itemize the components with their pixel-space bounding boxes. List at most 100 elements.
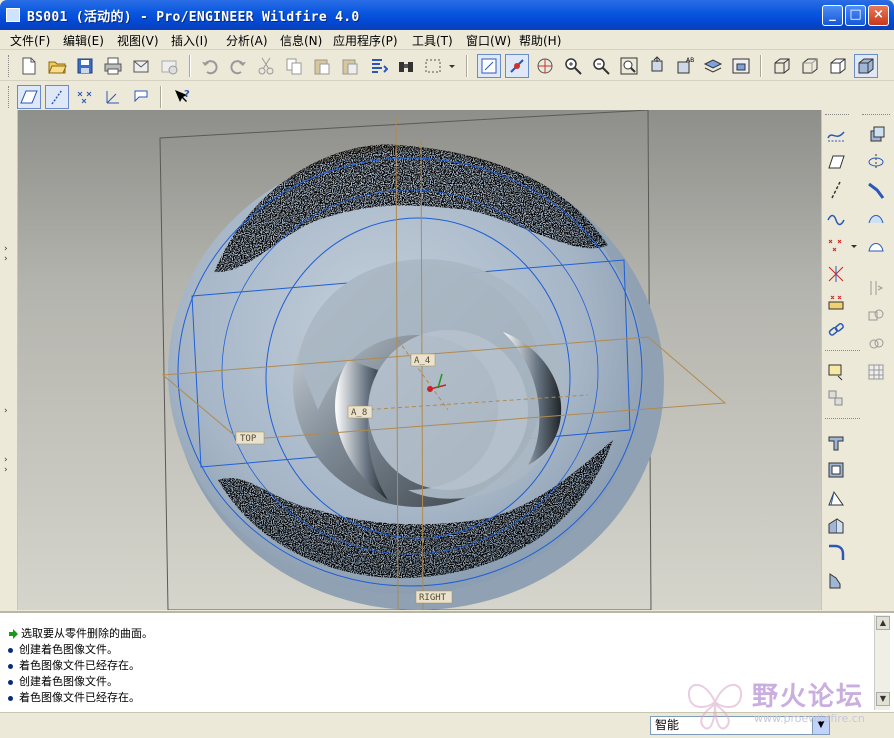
toolbar-grip[interactable] — [862, 114, 890, 115]
annotation-display-icon[interactable] — [129, 85, 153, 109]
label-a4-tag[interactable]: A_4 — [410, 353, 436, 367]
plane-display-icon[interactable] — [17, 85, 41, 109]
refit-icon[interactable] — [617, 54, 641, 78]
hole-tool-icon[interactable] — [864, 122, 888, 146]
rib-tool-icon[interactable] — [824, 514, 848, 538]
menu-edit[interactable]: 编辑(E) — [63, 32, 104, 49]
menu-applications[interactable]: 应用程序(P) — [333, 32, 398, 49]
print-icon[interactable] — [101, 54, 125, 78]
chevron-down-icon[interactable] — [848, 234, 860, 258]
shell-tool-icon[interactable] — [824, 458, 848, 482]
zoom-out-icon[interactable] — [589, 54, 613, 78]
round-tool-icon[interactable] — [824, 540, 848, 564]
datum-toolbar: ? — [0, 82, 894, 110]
open-folder-icon[interactable] — [45, 54, 69, 78]
copy-feature-icon[interactable] — [824, 360, 848, 384]
paste-special-icon[interactable] — [338, 54, 362, 78]
menu-help[interactable]: 帮助(H) — [519, 32, 561, 49]
no-hidden-icon[interactable] — [826, 54, 850, 78]
find-binoculars-icon[interactable] — [394, 54, 418, 78]
csys-display-icon[interactable] — [101, 85, 125, 109]
saved-views-icon[interactable]: AB — [673, 54, 697, 78]
window-title: BS001 (活动的) - Pro/ENGINEER Wildfire 4.0 — [27, 10, 360, 25]
expand-arrow-icon[interactable]: › — [4, 455, 8, 465]
model-view: A_4 A_8 TOP RIGHT — [159, 110, 727, 610]
style-tool-icon[interactable] — [864, 234, 888, 258]
point-display-icon[interactable] — [73, 85, 97, 109]
copy-icon[interactable] — [282, 54, 306, 78]
shading-icon[interactable] — [854, 54, 878, 78]
layers-icon[interactable] — [701, 54, 725, 78]
mirror-feature-icon[interactable] — [824, 386, 848, 410]
extrude-tool-icon[interactable] — [824, 430, 848, 454]
datum-axis-tool-icon[interactable] — [824, 178, 848, 202]
intersect-tool-icon[interactable] — [864, 304, 888, 328]
expand-arrow-icon[interactable]: › — [4, 406, 8, 416]
datum-curve-tool-icon[interactable] — [824, 206, 848, 230]
zoom-in-icon[interactable] — [561, 54, 585, 78]
label-a8-tag[interactable]: A_8 — [347, 405, 373, 419]
sweep-tool-icon[interactable] — [864, 178, 888, 202]
send-link-icon[interactable] — [157, 54, 181, 78]
new-file-icon[interactable] — [17, 54, 41, 78]
chevron-down-icon[interactable] — [445, 54, 459, 78]
datum-point-tool-icon[interactable] — [824, 234, 848, 258]
boundary-blend-icon[interactable] — [864, 206, 888, 230]
butterfly-logo-icon — [687, 683, 743, 730]
expand-arrow-icon[interactable]: › — [4, 244, 8, 254]
datum-csys-tool-icon[interactable] — [824, 262, 848, 286]
analysis-feature-icon[interactable] — [824, 290, 848, 314]
chamfer-tool-icon[interactable] — [824, 568, 848, 592]
send-mail-icon[interactable] — [129, 54, 153, 78]
sketch-tool-icon[interactable] — [824, 122, 848, 146]
label-top-tag[interactable]: TOP — [235, 431, 265, 445]
hidden-line-icon[interactable] — [798, 54, 822, 78]
redo-icon[interactable] — [226, 54, 250, 78]
reorient-icon[interactable] — [645, 54, 669, 78]
save-icon[interactable] — [73, 54, 97, 78]
maximize-button[interactable]: □ — [845, 5, 866, 26]
datum-planes-toggle-icon[interactable] — [477, 54, 501, 78]
toolbar-separator — [825, 418, 860, 419]
toolbar-grip[interactable] — [8, 86, 11, 108]
menu-insert[interactable]: 插入(I) — [171, 32, 208, 49]
menu-window[interactable]: 窗口(W) — [466, 32, 511, 49]
revolve-tool-icon[interactable] — [864, 150, 888, 174]
toolbar-grip[interactable] — [825, 114, 849, 115]
chain-link-icon[interactable] — [824, 318, 848, 342]
pattern-tool-icon[interactable] — [864, 360, 888, 384]
context-help-icon[interactable]: ? — [170, 85, 194, 109]
regenerate-icon[interactable] — [366, 54, 390, 78]
minimize-button[interactable]: _ — [822, 5, 843, 26]
selection-box-icon[interactable] — [422, 54, 446, 78]
graphics-window[interactable]: A_4 A_8 TOP RIGHT — [18, 110, 821, 610]
label-right: RIGHT — [419, 593, 447, 603]
merge-tool-icon[interactable] — [864, 332, 888, 356]
draft-tool-icon[interactable] — [824, 486, 848, 510]
wireframe-icon[interactable] — [770, 54, 794, 78]
datum-plane-tool-icon[interactable] — [824, 150, 848, 174]
axis-display-icon[interactable] — [45, 85, 69, 109]
label-right-tag[interactable]: RIGHT — [415, 590, 453, 604]
datum-axes-toggle-icon[interactable] — [505, 54, 529, 78]
toolbar-grip[interactable] — [8, 55, 11, 77]
feature-toolbar — [821, 110, 894, 610]
menu-tools[interactable]: 工具(T) — [412, 32, 453, 49]
undo-icon[interactable] — [198, 54, 222, 78]
menu-info[interactable]: 信息(N) — [280, 32, 322, 49]
offset-tool-icon[interactable] — [864, 276, 888, 300]
view-manager-icon[interactable] — [729, 54, 753, 78]
left-collapse-strip[interactable]: › › › › › — [0, 110, 18, 610]
scroll-up-icon[interactable]: ▲ — [876, 616, 890, 630]
expand-arrow-icon[interactable]: › — [4, 254, 8, 264]
menu-view[interactable]: 视图(V) — [117, 32, 159, 49]
watermark-title: 野火论坛 — [752, 682, 865, 712]
close-button[interactable]: × — [868, 5, 889, 26]
cut-icon[interactable] — [254, 54, 278, 78]
paste-icon[interactable] — [310, 54, 334, 78]
menu-file[interactable]: 文件(F) — [10, 32, 50, 49]
message-line: 着色图像文件已经存在。 — [8, 689, 140, 705]
spin-center-icon[interactable] — [533, 54, 557, 78]
expand-arrow-icon[interactable]: › — [4, 465, 8, 475]
menu-analysis[interactable]: 分析(A) — [226, 32, 268, 49]
